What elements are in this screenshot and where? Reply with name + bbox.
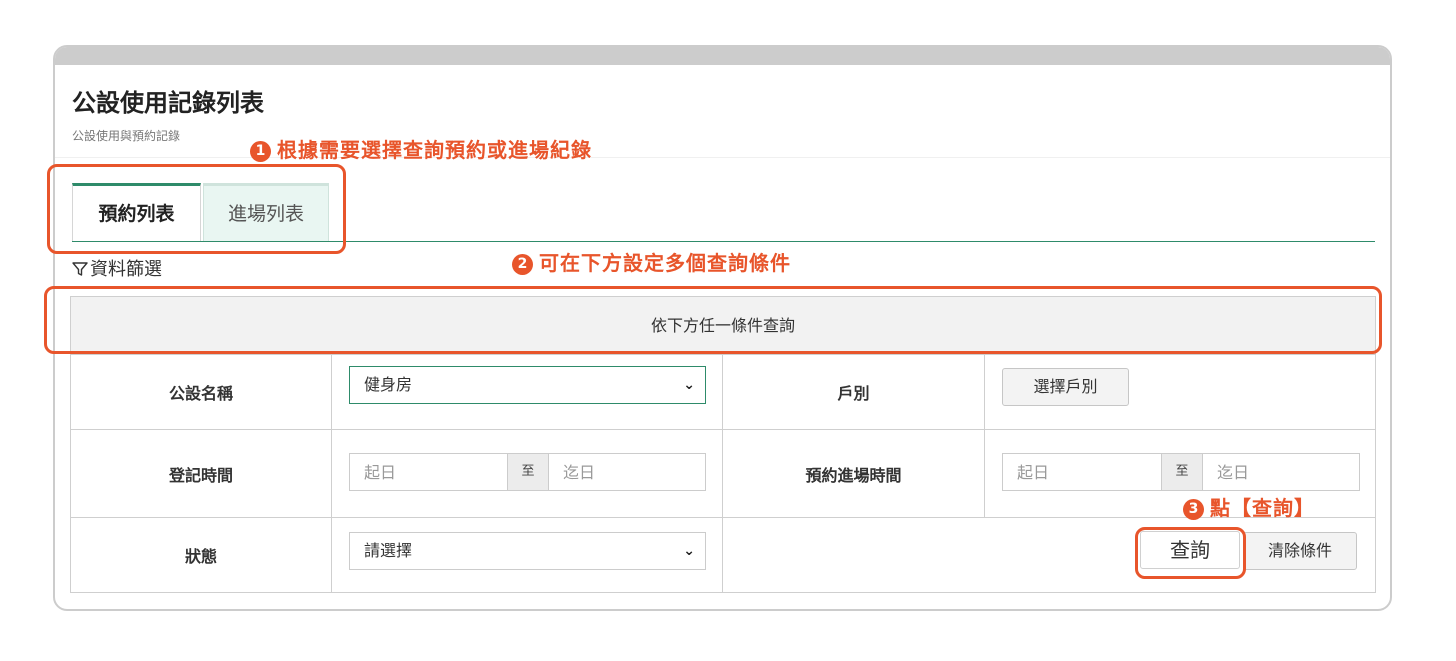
- annotation-step-1: 1 根據需要選擇查詢預約或進場紀錄: [250, 134, 592, 163]
- range-separator: 至: [1161, 454, 1203, 490]
- tab-entry-list[interactable]: 進場列表: [203, 183, 329, 241]
- register-time-cell: 至: [332, 430, 723, 517]
- chevron-down-icon: ⌄: [683, 543, 695, 559]
- filter-title-label: 資料篩選: [90, 259, 162, 280]
- register-to-input[interactable]: [549, 454, 705, 490]
- booking-time-label: 預約進場時間: [723, 430, 985, 517]
- booking-from-input[interactable]: [1003, 454, 1161, 490]
- household-cell: 選擇戶別: [985, 355, 1375, 429]
- tab-entry-list-label: 進場列表: [227, 203, 304, 225]
- annotation-step-3: 3 點【查詢】: [1183, 492, 1315, 521]
- card-top-bar: [55, 47, 1390, 65]
- range-separator: 至: [507, 454, 549, 490]
- filter-icon: [72, 262, 88, 276]
- page-title: 公設使用記錄列表: [72, 89, 264, 117]
- step-number-badge: 2: [512, 254, 533, 275]
- annotation-step-2: 2 可在下方設定多個查詢條件: [512, 247, 791, 276]
- annotation-step-1-text: 根據需要選擇查詢預約或進場紀錄: [277, 138, 592, 162]
- tab-booking-list-label: 預約列表: [98, 203, 175, 225]
- facility-cell: 健身房 ⌄: [332, 355, 723, 429]
- register-time-range: 至: [349, 453, 706, 491]
- booking-to-input[interactable]: [1203, 454, 1359, 490]
- chevron-down-icon: ⌄: [683, 377, 695, 393]
- status-select-value: 請選擇: [364, 541, 413, 560]
- annotation-step-3-text: 點【查詢】: [1210, 496, 1315, 520]
- tab-underline: [72, 241, 1375, 242]
- status-label: 狀態: [71, 518, 332, 592]
- tab-booking-list[interactable]: 預約列表: [72, 183, 201, 241]
- facility-label: 公設名稱: [71, 355, 332, 429]
- actions-cell: 查詢 清除條件: [723, 518, 1375, 592]
- status-select[interactable]: 請選擇 ⌄: [349, 532, 706, 570]
- select-household-button[interactable]: 選擇戶別: [1002, 368, 1129, 406]
- household-label: 戶別: [723, 355, 985, 429]
- filter-title: 資料篩選: [72, 255, 162, 281]
- step-number-badge: 3: [1183, 499, 1204, 520]
- search-button[interactable]: 查詢: [1140, 531, 1240, 569]
- records-card: 公設使用記錄列表 公設使用與預約記錄 預約列表 進場列表 資料篩選 依下方任一條…: [53, 45, 1392, 611]
- booking-time-cell: 至: [985, 430, 1375, 517]
- table-row: 狀態 請選擇 ⌄ 查詢 清除條件: [71, 518, 1375, 592]
- query-table-header: 依下方任一條件查詢: [71, 297, 1375, 355]
- query-table: 依下方任一條件查詢 公設名稱 健身房 ⌄ 戶別 選擇戶別 登記時間 至: [70, 296, 1376, 593]
- facility-select-value: 健身房: [364, 375, 413, 394]
- register-from-input[interactable]: [350, 454, 507, 490]
- page-subtitle: 公設使用與預約記錄: [72, 129, 181, 143]
- step-number-badge: 1: [250, 141, 271, 162]
- booking-time-range: 至: [1002, 453, 1360, 491]
- table-row: 登記時間 至 預約進場時間 至: [71, 430, 1375, 518]
- clear-conditions-button[interactable]: 清除條件: [1243, 532, 1357, 570]
- annotation-step-2-text: 可在下方設定多個查詢條件: [539, 251, 791, 275]
- status-cell: 請選擇 ⌄: [332, 518, 723, 592]
- register-time-label: 登記時間: [71, 430, 332, 517]
- facility-select[interactable]: 健身房 ⌄: [349, 366, 706, 404]
- table-row: 公設名稱 健身房 ⌄ 戶別 選擇戶別: [71, 355, 1375, 430]
